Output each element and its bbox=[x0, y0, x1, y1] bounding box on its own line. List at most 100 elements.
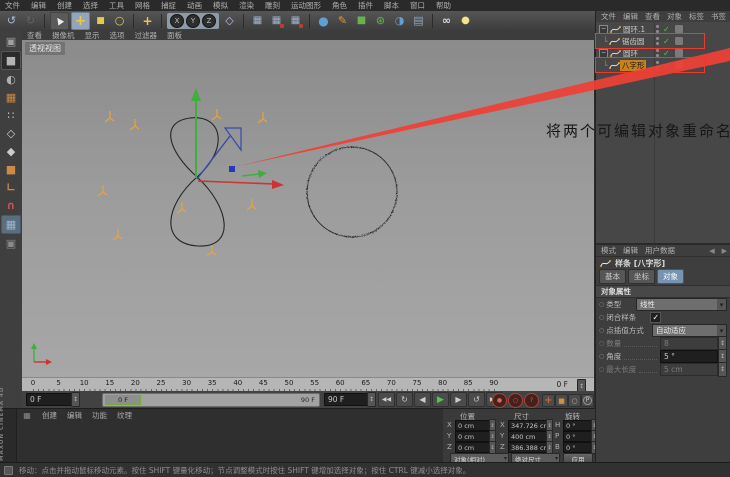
render-settings-button[interactable] bbox=[287, 13, 304, 29]
object-name[interactable]: 圆环.1 bbox=[621, 24, 647, 35]
autokey-button[interactable] bbox=[508, 393, 523, 408]
last-tool-icon[interactable] bbox=[139, 13, 156, 29]
attr-menu-edit[interactable]: 编辑 bbox=[623, 245, 638, 256]
expand-icon[interactable] bbox=[599, 48, 608, 58]
axis-gizmo[interactable] bbox=[191, 88, 284, 189]
texture-mode-button[interactable] bbox=[2, 71, 20, 88]
loop-button[interactable] bbox=[468, 392, 485, 407]
max-length-stepper[interactable] bbox=[718, 362, 727, 377]
menu-sculpt[interactable]: 雕刻 bbox=[265, 0, 280, 11]
attr-menu-mode[interactable]: 模式 bbox=[601, 245, 616, 256]
om-menu-bookmarks[interactable]: 书签 bbox=[711, 11, 726, 22]
menu-select[interactable]: 选择 bbox=[83, 0, 98, 11]
vp-menu-options[interactable]: 选项 bbox=[110, 30, 125, 41]
y-axis-lock-button[interactable]: Y bbox=[186, 13, 200, 28]
type-dropdown[interactable]: 线性 bbox=[636, 298, 727, 311]
live-selection-tool-icon[interactable] bbox=[50, 11, 69, 30]
menu-snap[interactable]: 捕捉 bbox=[161, 0, 176, 11]
scale-tool-icon[interactable] bbox=[92, 13, 109, 29]
tag-icon[interactable] bbox=[673, 24, 684, 34]
enabled-check-icon[interactable] bbox=[663, 61, 670, 70]
menu-plugins[interactable]: 插件 bbox=[358, 0, 373, 11]
selected-point[interactable] bbox=[229, 166, 235, 172]
current-frame-field[interactable]: 0 F bbox=[26, 393, 76, 406]
om-menu-file[interactable]: 文件 bbox=[601, 11, 616, 22]
tab-object[interactable]: 对象 bbox=[657, 268, 684, 284]
render-view-button[interactable] bbox=[249, 13, 266, 29]
record-position-toggle[interactable] bbox=[542, 394, 555, 407]
visibility-dots[interactable] bbox=[656, 61, 659, 69]
model-mode-button[interactable] bbox=[1, 51, 21, 70]
object-row[interactable]: 圆环.1 bbox=[596, 23, 730, 35]
add-environment-button[interactable] bbox=[410, 13, 427, 29]
add-generator-button[interactable] bbox=[353, 13, 370, 29]
vp-menu-display[interactable]: 显示 bbox=[85, 30, 100, 41]
enabled-check-icon[interactable] bbox=[663, 37, 670, 46]
tab-basic[interactable]: 基本 bbox=[599, 268, 626, 284]
om-menu-objects[interactable]: 对象 bbox=[667, 11, 682, 22]
tag-icon[interactable] bbox=[673, 48, 684, 58]
object-name-selected[interactable]: 八字形 bbox=[619, 59, 647, 71]
next-frame-button[interactable] bbox=[450, 392, 467, 407]
enabled-check-icon[interactable] bbox=[663, 25, 670, 34]
menu-file[interactable]: 文件 bbox=[5, 0, 20, 11]
mat-menu-function[interactable]: 功能 bbox=[92, 410, 107, 421]
vp-menu-view[interactable]: 查看 bbox=[27, 30, 42, 41]
om-menu-tags[interactable]: 标签 bbox=[689, 11, 704, 22]
menu-window[interactable]: 窗口 bbox=[410, 0, 425, 11]
viewport-view-label[interactable]: 透视视图 bbox=[25, 42, 65, 55]
object-row[interactable]: 八字形 bbox=[596, 59, 730, 71]
visibility-dots[interactable] bbox=[656, 49, 659, 57]
vp-menu-cameras[interactable]: 摄像机 bbox=[52, 30, 75, 41]
add-spline-button[interactable] bbox=[334, 13, 351, 29]
menu-help[interactable]: 帮助 bbox=[436, 0, 451, 11]
undo-icon[interactable] bbox=[3, 13, 20, 29]
keyframe-selection-button[interactable] bbox=[524, 393, 539, 408]
record-parameter-toggle[interactable] bbox=[581, 394, 594, 407]
add-camera-button[interactable] bbox=[438, 13, 455, 29]
add-mograph-button[interactable] bbox=[372, 13, 389, 29]
redo-icon[interactable] bbox=[22, 13, 39, 29]
max-length-field[interactable]: 5 cm bbox=[660, 363, 718, 376]
menu-script[interactable]: 脚本 bbox=[384, 0, 399, 11]
menu-animate[interactable]: 动画 bbox=[187, 0, 202, 11]
timeline-slider-handle[interactable]: 0 F bbox=[105, 395, 141, 405]
polygons-mode-button[interactable] bbox=[2, 143, 20, 160]
tab-coordinates[interactable]: 坐标 bbox=[628, 268, 655, 284]
object-row[interactable]: 圆环 bbox=[596, 47, 730, 59]
size-z-field[interactable]: 386.388 cm bbox=[508, 442, 550, 453]
om-menu-edit[interactable]: 编辑 bbox=[623, 11, 638, 22]
timeline-slider[interactable]: 0 F 90 F bbox=[102, 393, 320, 407]
mat-menu-edit[interactable]: 编辑 bbox=[67, 410, 82, 421]
record-rotation-toggle[interactable] bbox=[568, 394, 581, 407]
move-tool-icon[interactable] bbox=[71, 11, 90, 30]
menu-create[interactable]: 创建 bbox=[57, 0, 72, 11]
menu-render[interactable]: 渲染 bbox=[239, 0, 254, 11]
material-grid-icon[interactable] bbox=[22, 411, 32, 421]
render-to-picture-button[interactable] bbox=[268, 13, 285, 29]
x-axis-lock-button[interactable]: X bbox=[170, 13, 184, 28]
menu-motion-graphics[interactable]: 运动图形 bbox=[291, 0, 321, 11]
x-axis-handle[interactable] bbox=[197, 180, 275, 185]
edges-mode-button[interactable] bbox=[2, 125, 20, 142]
points-mode-button[interactable] bbox=[2, 107, 20, 124]
menu-simulate[interactable]: 模拟 bbox=[213, 0, 228, 11]
size-y-field[interactable]: 400 cm bbox=[508, 431, 550, 442]
position-x-field[interactable]: 0 cm bbox=[455, 420, 493, 431]
lock-workplane-button[interactable] bbox=[2, 235, 20, 252]
axis-mode-button[interactable] bbox=[2, 179, 20, 196]
add-primitive-button[interactable] bbox=[315, 13, 332, 29]
workplane-mode-button[interactable] bbox=[2, 161, 20, 178]
size-x-field[interactable]: 347.726 cm bbox=[508, 420, 550, 431]
vp-menu-panel[interactable]: 面板 bbox=[167, 30, 182, 41]
mat-menu-texture[interactable]: 纹理 bbox=[117, 410, 132, 421]
end-frame-field[interactable]: 90 F bbox=[324, 393, 372, 406]
previous-frame-button[interactable] bbox=[414, 392, 431, 407]
uv-mode-button[interactable] bbox=[2, 89, 20, 106]
add-light-button[interactable] bbox=[457, 13, 474, 29]
make-editable-button[interactable] bbox=[2, 33, 20, 50]
viewport-canvas[interactable] bbox=[22, 40, 594, 377]
object-name[interactable]: 锯齿圆 bbox=[620, 36, 647, 47]
end-frame-stepper[interactable] bbox=[367, 392, 376, 407]
z-axis-lock-button[interactable]: Z bbox=[202, 13, 216, 28]
